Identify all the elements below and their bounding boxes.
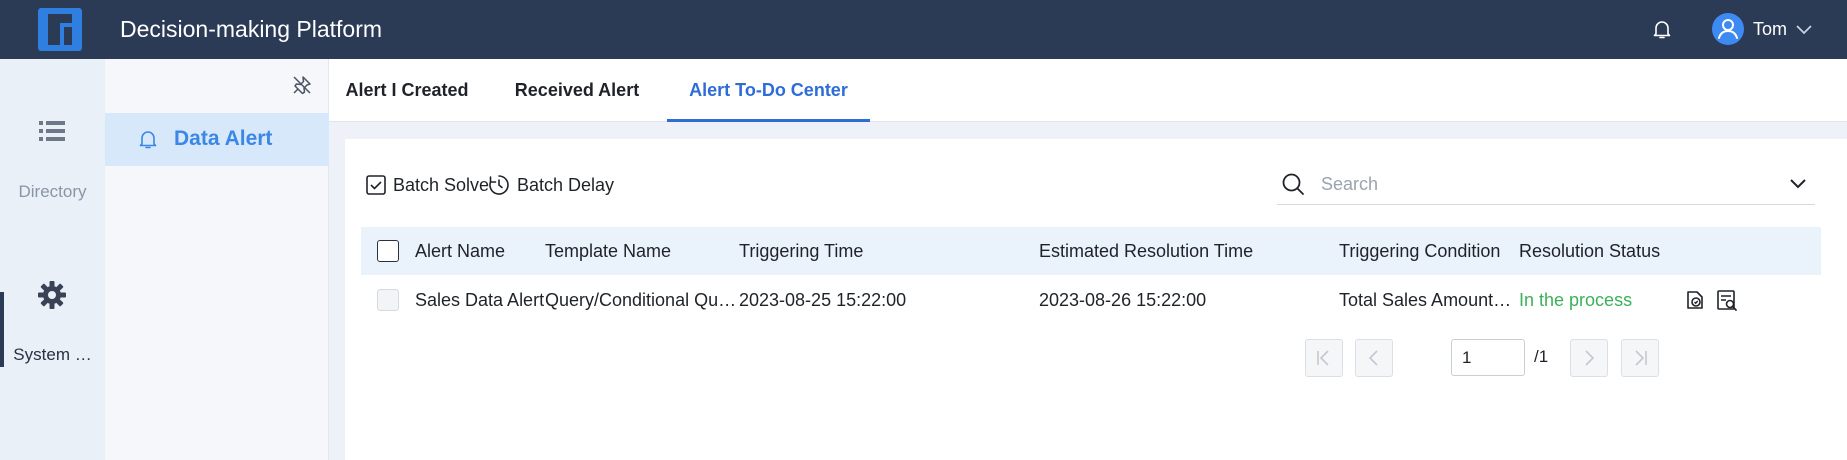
chevron-down-icon[interactable] <box>1788 177 1808 191</box>
alert-list-card: Batch Solve Batch Delay Search Alert Nam… <box>345 139 1847 460</box>
chevron-down-icon[interactable] <box>1795 22 1813 36</box>
bell-icon <box>139 131 157 149</box>
table-row[interactable]: Sales Data Alert Query/Conditional Qu… 2… <box>361 275 1821 325</box>
select-all-checkbox[interactable] <box>377 240 399 262</box>
tab-bar: Alert I Created Received Alert Alert To-… <box>329 59 1847 122</box>
rail-item-directory[interactable]: Directory <box>0 59 105 209</box>
search-placeholder: Search <box>1321 174 1379 194</box>
rail-item-system[interactable]: System … <box>0 279 105 379</box>
next-page-button[interactable] <box>1570 339 1608 377</box>
tab-alert-i-created[interactable]: Alert I Created <box>329 59 485 122</box>
column-header-template-name[interactable]: Template Name <box>545 240 671 262</box>
unpin-icon[interactable] <box>291 74 313 96</box>
search-input[interactable]: Search <box>1277 163 1815 205</box>
app-title: Decision-making Platform <box>120 16 383 42</box>
left-rail: Directory System … <box>0 59 105 460</box>
checkbox-check-icon <box>366 175 386 195</box>
last-page-icon <box>1635 350 1647 366</box>
clock-delay-icon <box>489 175 509 195</box>
tab-received-alert[interactable]: Received Alert <box>502 59 652 122</box>
column-header-resolution-status[interactable]: Resolution Status <box>1519 240 1660 262</box>
notification-bell-icon[interactable] <box>1650 17 1674 41</box>
rail-item-label: Directory <box>18 182 87 201</box>
batch-delay-label: Batch Delay <box>517 174 615 195</box>
rail-item-label: System … <box>13 345 92 364</box>
column-header-triggering-time[interactable]: Triggering Time <box>739 240 863 262</box>
page-number-input[interactable] <box>1451 339 1525 376</box>
gear-icon <box>38 281 66 309</box>
subnav-item-label: Data Alert <box>174 127 273 150</box>
column-header-triggering-condition[interactable]: Triggering Condition <box>1339 240 1500 262</box>
resolve-action-icon[interactable] <box>1683 288 1707 312</box>
search-icon <box>1282 173 1304 195</box>
active-tab-indicator <box>667 119 870 122</box>
cell-estimated-resolution-time: 2023-08-26 15:22:00 <box>1039 290 1207 310</box>
cell-triggering-condition: Total Sales Amount… <box>1339 290 1512 310</box>
chevron-right-icon <box>1585 350 1595 366</box>
user-name[interactable]: Tom <box>1753 18 1787 40</box>
app-logo-icon[interactable] <box>38 8 82 51</box>
row-checkbox <box>377 289 399 311</box>
table-header: Alert Name Template Name Triggering Time… <box>361 227 1821 275</box>
batch-delay-button[interactable]: Batch Delay <box>488 172 614 198</box>
list-icon <box>39 121 65 141</box>
tab-alert-to-do-center[interactable]: Alert To-Do Center <box>667 59 870 122</box>
column-header-estimated-resolution-time[interactable]: Estimated Resolution Time <box>1039 240 1253 262</box>
batch-solve-label: Batch Solve <box>393 174 490 195</box>
column-header-alert-name[interactable]: Alert Name <box>415 240 505 262</box>
main-content: Alert I Created Received Alert Alert To-… <box>329 59 1847 460</box>
batch-solve-button[interactable]: Batch Solve <box>366 172 489 198</box>
user-avatar[interactable] <box>1712 13 1744 45</box>
user-icon <box>1718 19 1738 39</box>
cell-resolution-status: In the process <box>1519 290 1633 310</box>
first-page-button[interactable] <box>1305 339 1343 377</box>
first-page-icon <box>1317 350 1329 366</box>
view-detail-icon[interactable] <box>1715 288 1739 312</box>
subnav-item-data-alert[interactable]: Data Alert <box>105 113 329 166</box>
chevron-left-icon <box>1368 350 1378 366</box>
secondary-sidebar: Data Alert <box>105 59 329 460</box>
page-total: /1 <box>1534 347 1549 366</box>
cell-alert-name: Sales Data Alert <box>415 290 545 310</box>
previous-page-button[interactable] <box>1355 339 1393 377</box>
top-bar: Decision-making Platform Tom <box>0 0 1847 59</box>
last-page-button[interactable] <box>1621 339 1659 377</box>
cell-triggering-time: 2023-08-25 15:22:00 <box>739 290 907 310</box>
cell-template-name: Query/Conditional Qu… <box>545 290 737 310</box>
